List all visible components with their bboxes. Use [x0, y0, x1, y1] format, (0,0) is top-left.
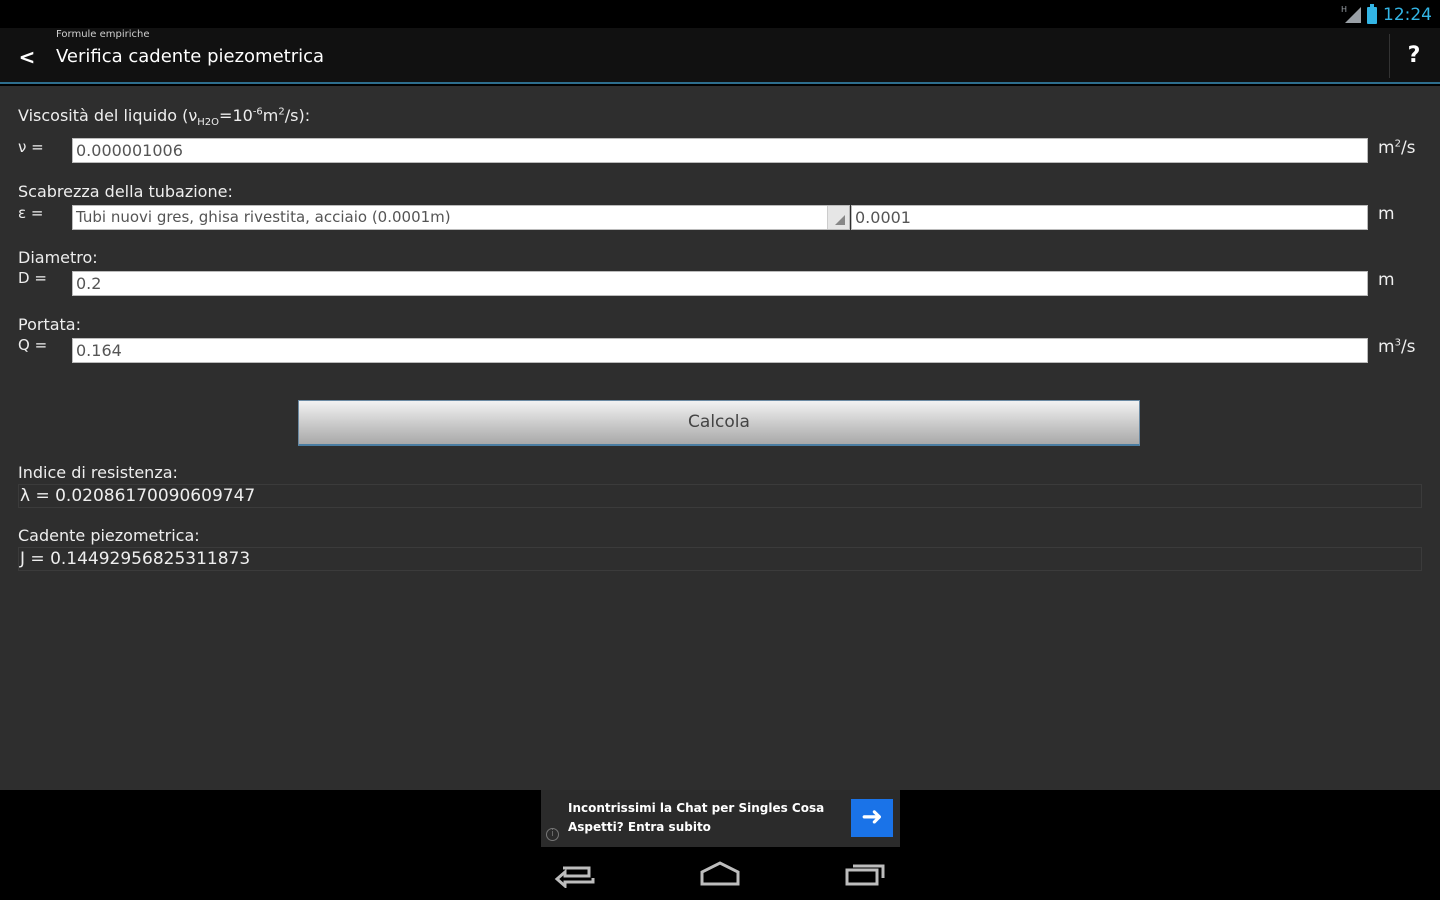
- back-button[interactable]: <: [14, 42, 40, 72]
- flow-label: Portata:: [18, 315, 81, 334]
- viscosity-unit: m2/s: [1378, 138, 1416, 158]
- main-content: Viscosità del liquido (νH2O=10-6m2/s): ν…: [0, 86, 1440, 790]
- status-icons: H 12:24: [1341, 3, 1432, 26]
- roughness-label: Scabrezza della tubazione:: [18, 182, 233, 201]
- status-bar: H 12:24: [0, 0, 1440, 28]
- resistance-label: Indice di resistenza:: [18, 463, 178, 482]
- screen-subtitle: Formule empiriche: [56, 29, 150, 40]
- page-title: Verifica cadente piezometrica: [56, 46, 325, 67]
- roughness-selected-option: Tubi nuovi gres, ghisa rivestita, acciai…: [76, 208, 451, 226]
- gradient-label: Cadente piezometrica:: [18, 526, 200, 545]
- action-bar-divider: [1389, 34, 1390, 78]
- resistance-result: λ = 0.020861700906097​47: [18, 484, 1422, 508]
- ad-arrow-button[interactable]: ➜: [851, 799, 893, 837]
- back-icon[interactable]: [553, 858, 599, 888]
- clock: 12:24: [1383, 5, 1432, 25]
- home-icon[interactable]: [697, 858, 743, 888]
- ad-text[interactable]: Incontrissimi la Chat per Singles Cosa A…: [568, 799, 828, 837]
- roughness-symbol: ε =: [18, 204, 44, 222]
- roughness-input[interactable]: 0.0001: [851, 205, 1368, 230]
- ad-banner[interactable]: Incontrissimi la Chat per Singles Cosa A…: [541, 790, 900, 847]
- roughness-select[interactable]: Tubi nuovi gres, ghisa rivestita, acciai…: [72, 205, 850, 230]
- diameter-input[interactable]: 0.2: [72, 271, 1368, 296]
- info-icon[interactable]: i: [546, 828, 559, 841]
- diameter-label: Diametro:: [18, 248, 98, 267]
- help-button[interactable]: ?: [1400, 40, 1428, 72]
- gradient-result: J = 0.14492956825311873: [18, 547, 1422, 571]
- ad-area: Incontrissimi la Chat per Singles Cosa A…: [0, 790, 1440, 848]
- diameter-unit: m: [1378, 270, 1395, 290]
- diameter-symbol: D =: [18, 269, 47, 287]
- flow-unit: m3/s: [1378, 337, 1416, 357]
- battery-icon: [1367, 3, 1377, 24]
- flow-symbol: Q =: [18, 336, 48, 354]
- calculate-button[interactable]: Calcola: [298, 400, 1140, 446]
- action-bar: < Formule empiriche Verifica cadente pie…: [0, 28, 1440, 84]
- signal-icon: H: [1341, 5, 1361, 23]
- recent-apps-icon[interactable]: [842, 858, 888, 888]
- viscosity-input[interactable]: 0.000001006: [72, 138, 1368, 163]
- dropdown-arrow-icon: [827, 206, 849, 229]
- roughness-unit: m: [1378, 204, 1395, 224]
- viscosity-symbol: ν =: [18, 138, 44, 156]
- navigation-bar: [0, 848, 1440, 900]
- viscosity-label: Viscosità del liquido (νH2O=10-6m2/s):: [18, 106, 311, 129]
- flow-input[interactable]: 0.164: [72, 338, 1368, 363]
